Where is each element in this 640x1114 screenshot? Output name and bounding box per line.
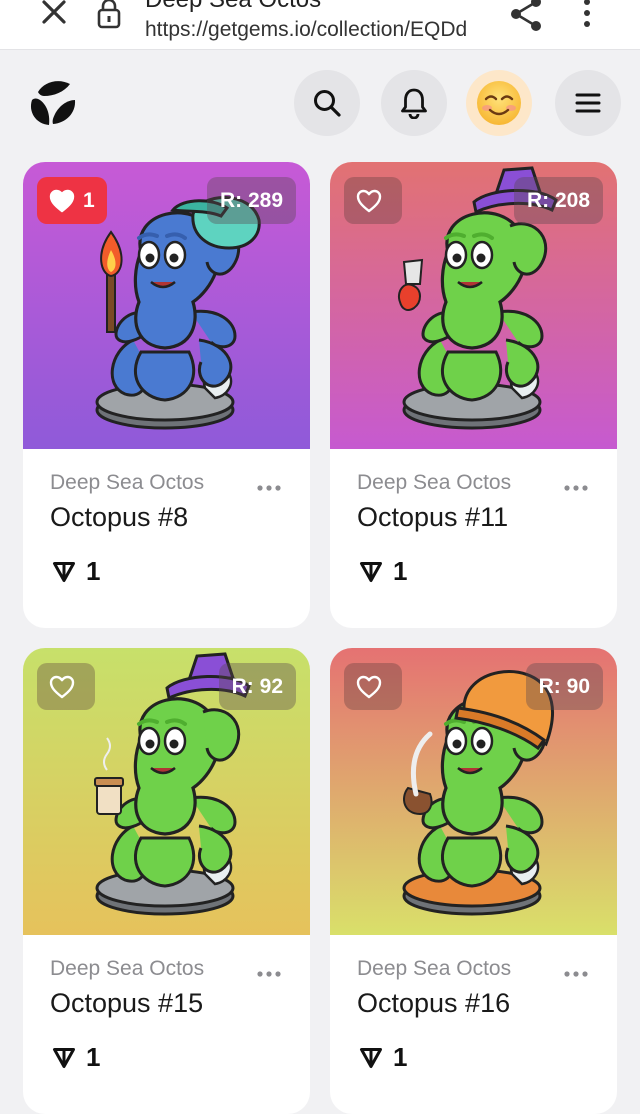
nft-card[interactable]: R: 90 Deep Sea Octos Octopus #16 1 bbox=[330, 648, 617, 1114]
nft-price: 1 bbox=[359, 556, 407, 587]
like-button[interactable]: 1 bbox=[37, 177, 107, 224]
nft-image[interactable]: R: 92 bbox=[23, 648, 310, 935]
like-button[interactable] bbox=[344, 177, 402, 224]
ton-currency-icon bbox=[53, 1047, 75, 1068]
nft-image[interactable]: R: 208 bbox=[330, 162, 617, 449]
url-text[interactable]: https://getgems.io/collection/EQDd bbox=[145, 18, 490, 42]
price-value: 1 bbox=[86, 556, 101, 586]
rarity-rank-badge: R: 90 bbox=[525, 663, 603, 710]
rarity-rank-badge: R: 289 bbox=[206, 177, 296, 224]
like-count: 1 bbox=[83, 188, 95, 212]
nft-name[interactable]: Octopus #15 bbox=[50, 988, 203, 1019]
collection-name[interactable]: Deep Sea Octos bbox=[50, 471, 204, 495]
getgems-logo-icon[interactable] bbox=[26, 78, 80, 128]
price-value: 1 bbox=[86, 1042, 101, 1072]
nft-name[interactable]: Octopus #11 bbox=[357, 502, 508, 533]
more-options-icon[interactable] bbox=[256, 484, 282, 492]
browser-url-bar: Deep Sea Octos https://getgems.io/collec… bbox=[0, 0, 640, 50]
price-value: 1 bbox=[393, 556, 408, 586]
more-options-icon[interactable] bbox=[575, 0, 599, 34]
nft-card[interactable]: R: 208 Deep Sea Octos Octopus #11 1 bbox=[330, 162, 617, 628]
ton-currency-icon bbox=[360, 561, 382, 582]
site-header bbox=[0, 50, 640, 156]
nft-price: 1 bbox=[359, 1042, 407, 1073]
search-icon bbox=[314, 90, 341, 117]
hamburger-menu-icon bbox=[575, 93, 601, 113]
nft-name[interactable]: Octopus #8 bbox=[50, 502, 188, 533]
menu-button[interactable] bbox=[555, 70, 621, 136]
nft-price: 1 bbox=[52, 1042, 100, 1073]
collection-name[interactable]: Deep Sea Octos bbox=[357, 957, 511, 981]
more-options-icon[interactable] bbox=[563, 484, 589, 492]
rarity-rank-badge: R: 92 bbox=[218, 663, 296, 710]
more-options-icon[interactable] bbox=[563, 970, 589, 978]
like-button[interactable] bbox=[37, 663, 95, 710]
bell-icon bbox=[401, 88, 427, 119]
user-avatar-button[interactable] bbox=[466, 70, 532, 136]
ton-currency-icon bbox=[53, 561, 75, 582]
heart-icon bbox=[49, 189, 75, 212]
page-title: Deep Sea Octos bbox=[145, 0, 321, 14]
collection-name[interactable]: Deep Sea Octos bbox=[50, 957, 204, 981]
nft-price: 1 bbox=[52, 556, 100, 587]
notifications-button[interactable] bbox=[381, 70, 447, 136]
search-button[interactable] bbox=[294, 70, 360, 136]
nft-card[interactable]: R: 92 Deep Sea Octos Octopus #15 1 bbox=[23, 648, 310, 1114]
smiling-emoji-avatar bbox=[477, 81, 521, 125]
heart-icon bbox=[49, 675, 75, 698]
more-options-icon[interactable] bbox=[256, 970, 282, 978]
ton-currency-icon bbox=[360, 1047, 382, 1068]
price-value: 1 bbox=[393, 1042, 408, 1072]
share-icon[interactable] bbox=[506, 0, 546, 34]
nft-card[interactable]: 1 R: 289 Deep Sea Octos Octopus #8 1 bbox=[23, 162, 310, 628]
collection-name[interactable]: Deep Sea Octos bbox=[357, 471, 511, 495]
nft-name[interactable]: Octopus #16 bbox=[357, 988, 510, 1019]
lock-icon bbox=[97, 0, 121, 29]
heart-icon bbox=[356, 675, 382, 698]
heart-icon bbox=[356, 189, 382, 212]
like-button[interactable] bbox=[344, 663, 402, 710]
rarity-rank-badge: R: 208 bbox=[513, 177, 603, 224]
nft-image[interactable]: 1 R: 289 bbox=[23, 162, 310, 449]
nft-image[interactable]: R: 90 bbox=[330, 648, 617, 935]
close-icon[interactable] bbox=[36, 0, 72, 32]
